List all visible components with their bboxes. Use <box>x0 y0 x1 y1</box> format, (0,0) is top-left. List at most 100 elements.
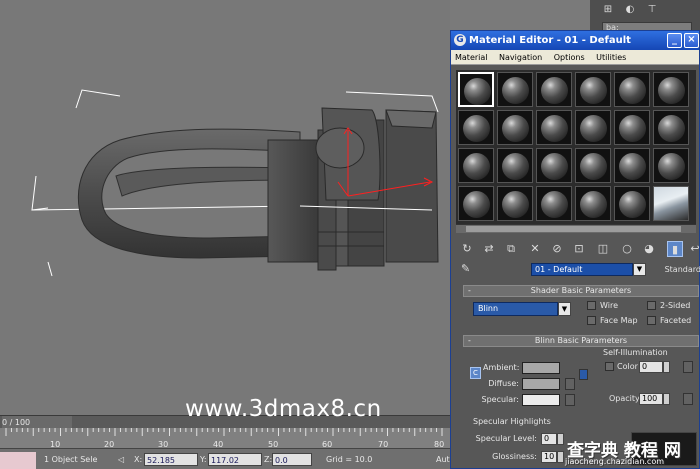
glossiness-spinner[interactable]: 10 <box>541 451 557 463</box>
material-sphere-icon <box>580 77 607 104</box>
assign-material-icon[interactable]: ⧉ <box>503 241 519 257</box>
z-coordinate-field[interactable]: 0.0 <box>272 453 312 466</box>
slots-scrollbar[interactable] <box>456 224 696 233</box>
go-to-parent-icon[interactable]: ▮ <box>667 241 683 257</box>
shader-basic-rollout[interactable]: - Shader Basic Parameters <box>463 285 699 297</box>
hierarchy-icon[interactable]: ⊤ <box>644 3 660 17</box>
put-to-library-icon[interactable]: ⊡ <box>571 241 587 257</box>
self-illum-spinner[interactable]: 0 <box>639 361 663 373</box>
material-sample-slot[interactable] <box>614 186 650 221</box>
maxscript-listener[interactable] <box>0 452 36 469</box>
opacity-spinner[interactable]: 100 <box>639 393 663 405</box>
specular-swatch[interactable] <box>522 394 560 406</box>
material-sphere-icon <box>658 153 685 180</box>
material-sample-slot[interactable] <box>575 110 611 145</box>
material-sample-slot[interactable] <box>653 186 689 221</box>
go-forward-icon[interactable]: ↩ <box>687 241 700 257</box>
material-sample-slot[interactable] <box>497 186 533 221</box>
shader-type-select[interactable]: Blinn <box>473 302 558 316</box>
material-name-field[interactable]: 01 - Default <box>531 263 633 276</box>
specular-map-button[interactable] <box>565 394 575 406</box>
material-sample-slot[interactable] <box>458 110 494 145</box>
diffuse-map-button[interactable] <box>565 378 575 390</box>
material-sphere-icon <box>619 77 646 104</box>
auto-key-button[interactable]: Aut <box>436 453 450 466</box>
material-sample-slot[interactable] <box>575 186 611 221</box>
make-unique-icon[interactable]: ⊘ <box>549 241 565 257</box>
material-sample-slot[interactable] <box>575 148 611 183</box>
y-coordinate-field[interactable]: 117.02 <box>208 453 262 466</box>
menu-utilities[interactable]: Utilities <box>596 53 626 62</box>
show-end-result-icon[interactable]: ◕ <box>641 241 657 257</box>
ambient-swatch[interactable] <box>522 362 560 374</box>
eyedropper-icon[interactable]: ✎ <box>461 262 470 275</box>
material-sphere-icon <box>502 115 529 142</box>
material-sample-slot[interactable] <box>458 148 494 183</box>
face-map-checkbox[interactable] <box>587 316 596 325</box>
material-sample-slot[interactable] <box>536 148 572 183</box>
collapse-icon: - <box>468 336 471 345</box>
material-sample-slot[interactable] <box>575 72 611 107</box>
material-sample-slot[interactable] <box>458 72 494 107</box>
spinner-arrows[interactable] <box>557 433 564 445</box>
menu-navigation[interactable]: Navigation <box>499 53 542 62</box>
modify-icon[interactable]: ◐ <box>622 3 638 17</box>
menu-options[interactable]: Options <box>554 53 585 62</box>
menu-material[interactable]: Material <box>455 53 488 62</box>
opacity-map-button[interactable] <box>683 393 693 405</box>
material-sphere-icon <box>658 115 685 142</box>
blinn-basic-rollout[interactable]: - Blinn Basic Parameters <box>463 335 699 347</box>
material-sphere-icon <box>619 115 646 142</box>
lock-ambient-diffuse-button[interactable]: C <box>470 367 481 379</box>
material-id-icon[interactable]: ◫ <box>595 241 611 257</box>
material-editor-window: G Material Editor - 01 - Default _ × Mat… <box>450 30 700 469</box>
diffuse-swatch[interactable] <box>522 378 560 390</box>
material-sample-slot[interactable] <box>497 148 533 183</box>
scroll-thumb[interactable] <box>466 226 681 232</box>
lock-selection-icon[interactable]: ◁ <box>118 453 124 466</box>
max-logo-icon: G <box>454 34 466 46</box>
faceted-checkbox[interactable] <box>647 316 656 325</box>
wire-checkbox[interactable] <box>587 301 596 310</box>
close-button[interactable]: × <box>684 33 699 48</box>
material-sample-slot[interactable] <box>614 148 650 183</box>
lock-map-icon[interactable] <box>579 369 588 380</box>
x-coordinate-field[interactable]: 52.185 <box>144 453 198 466</box>
put-to-scene-icon[interactable]: ⇄ <box>481 241 497 257</box>
material-sample-slot[interactable] <box>497 72 533 107</box>
self-illum-map-button[interactable] <box>683 361 693 373</box>
chevron-down-icon[interactable]: ▼ <box>558 302 571 316</box>
material-sample-slot[interactable] <box>536 186 572 221</box>
material-sample-slot[interactable] <box>653 72 689 107</box>
perspective-viewport[interactable] <box>0 0 450 415</box>
track-bar[interactable]: 10 20 30 40 50 60 70 80 <box>0 428 450 449</box>
get-material-icon[interactable]: ↻ <box>459 241 475 257</box>
material-editor-titlebar[interactable]: G Material Editor - 01 - Default _ × <box>451 31 699 50</box>
material-sample-slot[interactable] <box>614 72 650 107</box>
material-sphere-icon <box>541 153 568 180</box>
material-sample-slot[interactable] <box>653 148 689 183</box>
self-illum-color-checkbox[interactable] <box>605 362 614 371</box>
material-sample-slot[interactable] <box>536 72 572 107</box>
spinner-arrows[interactable] <box>663 361 670 373</box>
spinner-arrows[interactable] <box>663 393 670 405</box>
spinner-arrows[interactable] <box>557 451 564 463</box>
two-sided-checkbox[interactable] <box>647 301 656 310</box>
material-sphere-icon <box>463 153 490 180</box>
chevron-down-icon[interactable]: ▼ <box>633 263 646 276</box>
create-icon[interactable]: ⊞ <box>600 3 616 17</box>
material-sample-slot[interactable] <box>458 186 494 221</box>
material-sample-slot[interactable] <box>653 110 689 145</box>
material-sphere-icon <box>619 153 646 180</box>
menu-bar: Material Navigation Options Utilities <box>451 50 699 65</box>
sample-slots <box>456 70 696 224</box>
material-sphere-icon <box>502 191 529 218</box>
reset-icon[interactable]: ✕ <box>527 241 543 257</box>
minimize-button[interactable]: _ <box>667 33 682 48</box>
material-type-button[interactable]: Standard <box>658 262 700 277</box>
specular-level-spinner[interactable]: 0 <box>541 433 557 445</box>
material-sample-slot[interactable] <box>536 110 572 145</box>
material-sample-slot[interactable] <box>497 110 533 145</box>
material-sample-slot[interactable] <box>614 110 650 145</box>
show-map-icon[interactable]: ○ <box>619 241 635 257</box>
